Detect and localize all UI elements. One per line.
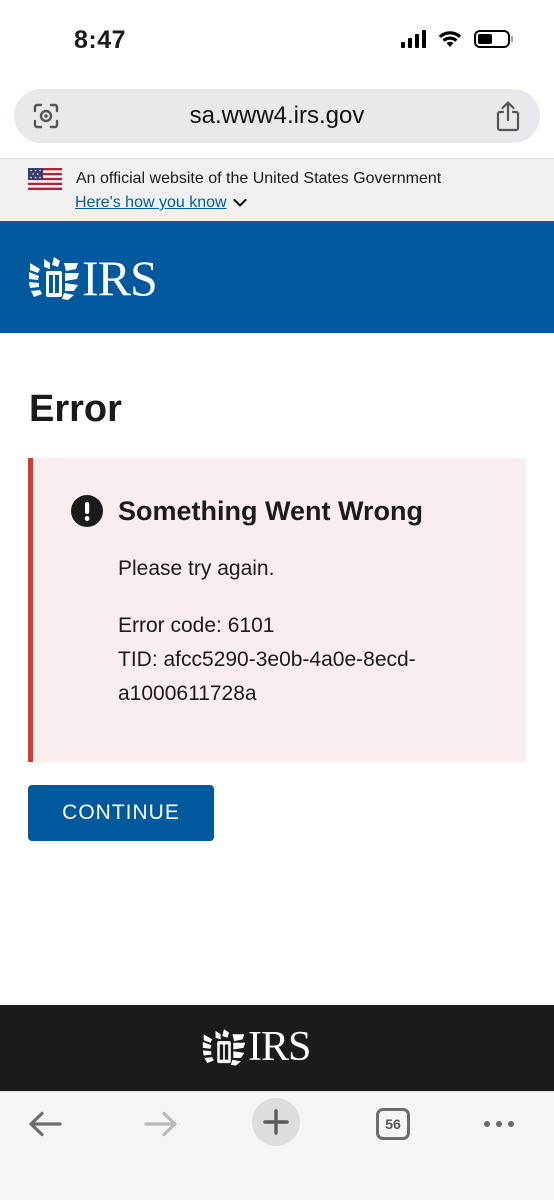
- forward-button[interactable]: [136, 1102, 186, 1146]
- more-icon[interactable]: [484, 1121, 514, 1127]
- address-bar[interactable]: sa.www4.irs.gov: [14, 89, 540, 143]
- page-title: Error: [29, 388, 122, 430]
- gov-banner: An official website of the United States…: [0, 158, 554, 221]
- tabs-icon[interactable]: 56: [376, 1108, 410, 1140]
- url-text[interactable]: sa.www4.irs.gov: [14, 102, 540, 130]
- error-alert: Something Went Wrong Please try again. E…: [28, 458, 526, 762]
- cellular-signal-icon: [401, 30, 426, 48]
- share-icon[interactable]: [494, 100, 522, 132]
- tab-count: 56: [385, 1116, 401, 1132]
- alert-exclamation-icon: [71, 495, 103, 527]
- gov-banner-text: An official website of the United States…: [76, 170, 442, 187]
- more-button[interactable]: [474, 1102, 524, 1146]
- status-bar: 8:47: [0, 0, 554, 80]
- heres-how-you-know-label[interactable]: Here's how you know: [75, 194, 227, 212]
- irs-logo-text: IRS: [82, 250, 158, 306]
- us-flag-icon: [28, 168, 62, 190]
- tabs-button[interactable]: 56: [368, 1102, 418, 1146]
- irs-eagle-icon: [202, 1029, 246, 1066]
- continue-button[interactable]: CONTINUE: [28, 785, 214, 841]
- tid-line-1: TID: afcc5290-3e0b-4a0e-8ecd-: [118, 648, 416, 671]
- back-arrow-icon[interactable]: [28, 1111, 62, 1137]
- footer-irs-logo[interactable]: IRS: [202, 1024, 311, 1070]
- status-icons: [401, 30, 513, 48]
- chevron-down-icon[interactable]: [232, 198, 247, 208]
- alert-body: Please try again. Error code: 6101 TID: …: [118, 552, 416, 711]
- status-time: 8:47: [74, 26, 127, 54]
- tid-line-2: a1000611728a: [118, 682, 257, 705]
- forward-arrow-icon[interactable]: [144, 1111, 178, 1137]
- irs-footer: IRS: [0, 1005, 554, 1091]
- error-code: Error code: 6101: [118, 614, 275, 637]
- alert-heading: Something Went Wrong: [118, 496, 423, 526]
- footer-logo-text: IRS: [248, 1024, 311, 1070]
- battery-icon: [474, 30, 513, 48]
- new-tab-button[interactable]: [252, 1098, 300, 1146]
- irs-eagle-icon: [29, 257, 79, 300]
- irs-logo[interactable]: IRS: [28, 250, 158, 306]
- browser-toolbar: 56: [0, 1091, 554, 1200]
- plus-icon[interactable]: [263, 1109, 289, 1135]
- wifi-icon: [438, 31, 462, 47]
- alert-message: Please try again.: [118, 557, 275, 580]
- back-button[interactable]: [20, 1102, 70, 1146]
- irs-header: IRS: [0, 221, 554, 333]
- heres-how-you-know-link[interactable]: Here's how you know: [75, 194, 247, 212]
